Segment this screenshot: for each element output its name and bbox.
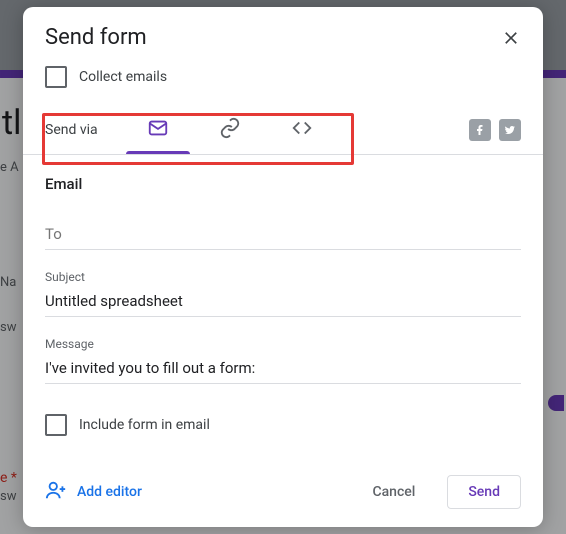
dialog-title: Send form	[45, 25, 147, 50]
send-button[interactable]: Send	[447, 475, 521, 509]
message-label: Message	[45, 337, 521, 351]
link-icon	[219, 117, 241, 143]
add-editor-button[interactable]: Add editor	[45, 479, 142, 505]
tab-embed[interactable]	[266, 106, 338, 154]
close-icon[interactable]	[501, 28, 521, 48]
cancel-button[interactable]: Cancel	[352, 476, 435, 508]
collect-emails-label: Collect emails	[79, 69, 167, 85]
tab-email[interactable]	[122, 106, 194, 154]
message-field[interactable]	[45, 353, 521, 384]
facebook-icon[interactable]	[469, 119, 491, 141]
subject-label: Subject	[45, 270, 521, 284]
mail-icon	[147, 117, 169, 143]
send-via-label: Send via	[45, 122, 98, 138]
subject-field[interactable]	[45, 286, 521, 317]
collect-emails-row: Collect emails	[23, 60, 543, 106]
send-via-row: Send via	[23, 106, 543, 155]
collect-emails-checkbox[interactable]	[45, 66, 67, 88]
twitter-icon[interactable]	[499, 119, 521, 141]
tab-link[interactable]	[194, 106, 266, 154]
code-icon	[291, 117, 313, 143]
include-form-row: Include form in email	[45, 404, 521, 436]
to-field[interactable]	[45, 219, 521, 250]
add-editor-icon	[45, 479, 67, 505]
add-editor-label: Add editor	[77, 484, 142, 500]
email-section-title: Email	[45, 175, 521, 193]
include-form-checkbox[interactable]	[45, 414, 67, 436]
send-form-dialog: Send form Collect emails Send via	[23, 7, 543, 527]
include-form-label: Include form in email	[79, 417, 210, 433]
